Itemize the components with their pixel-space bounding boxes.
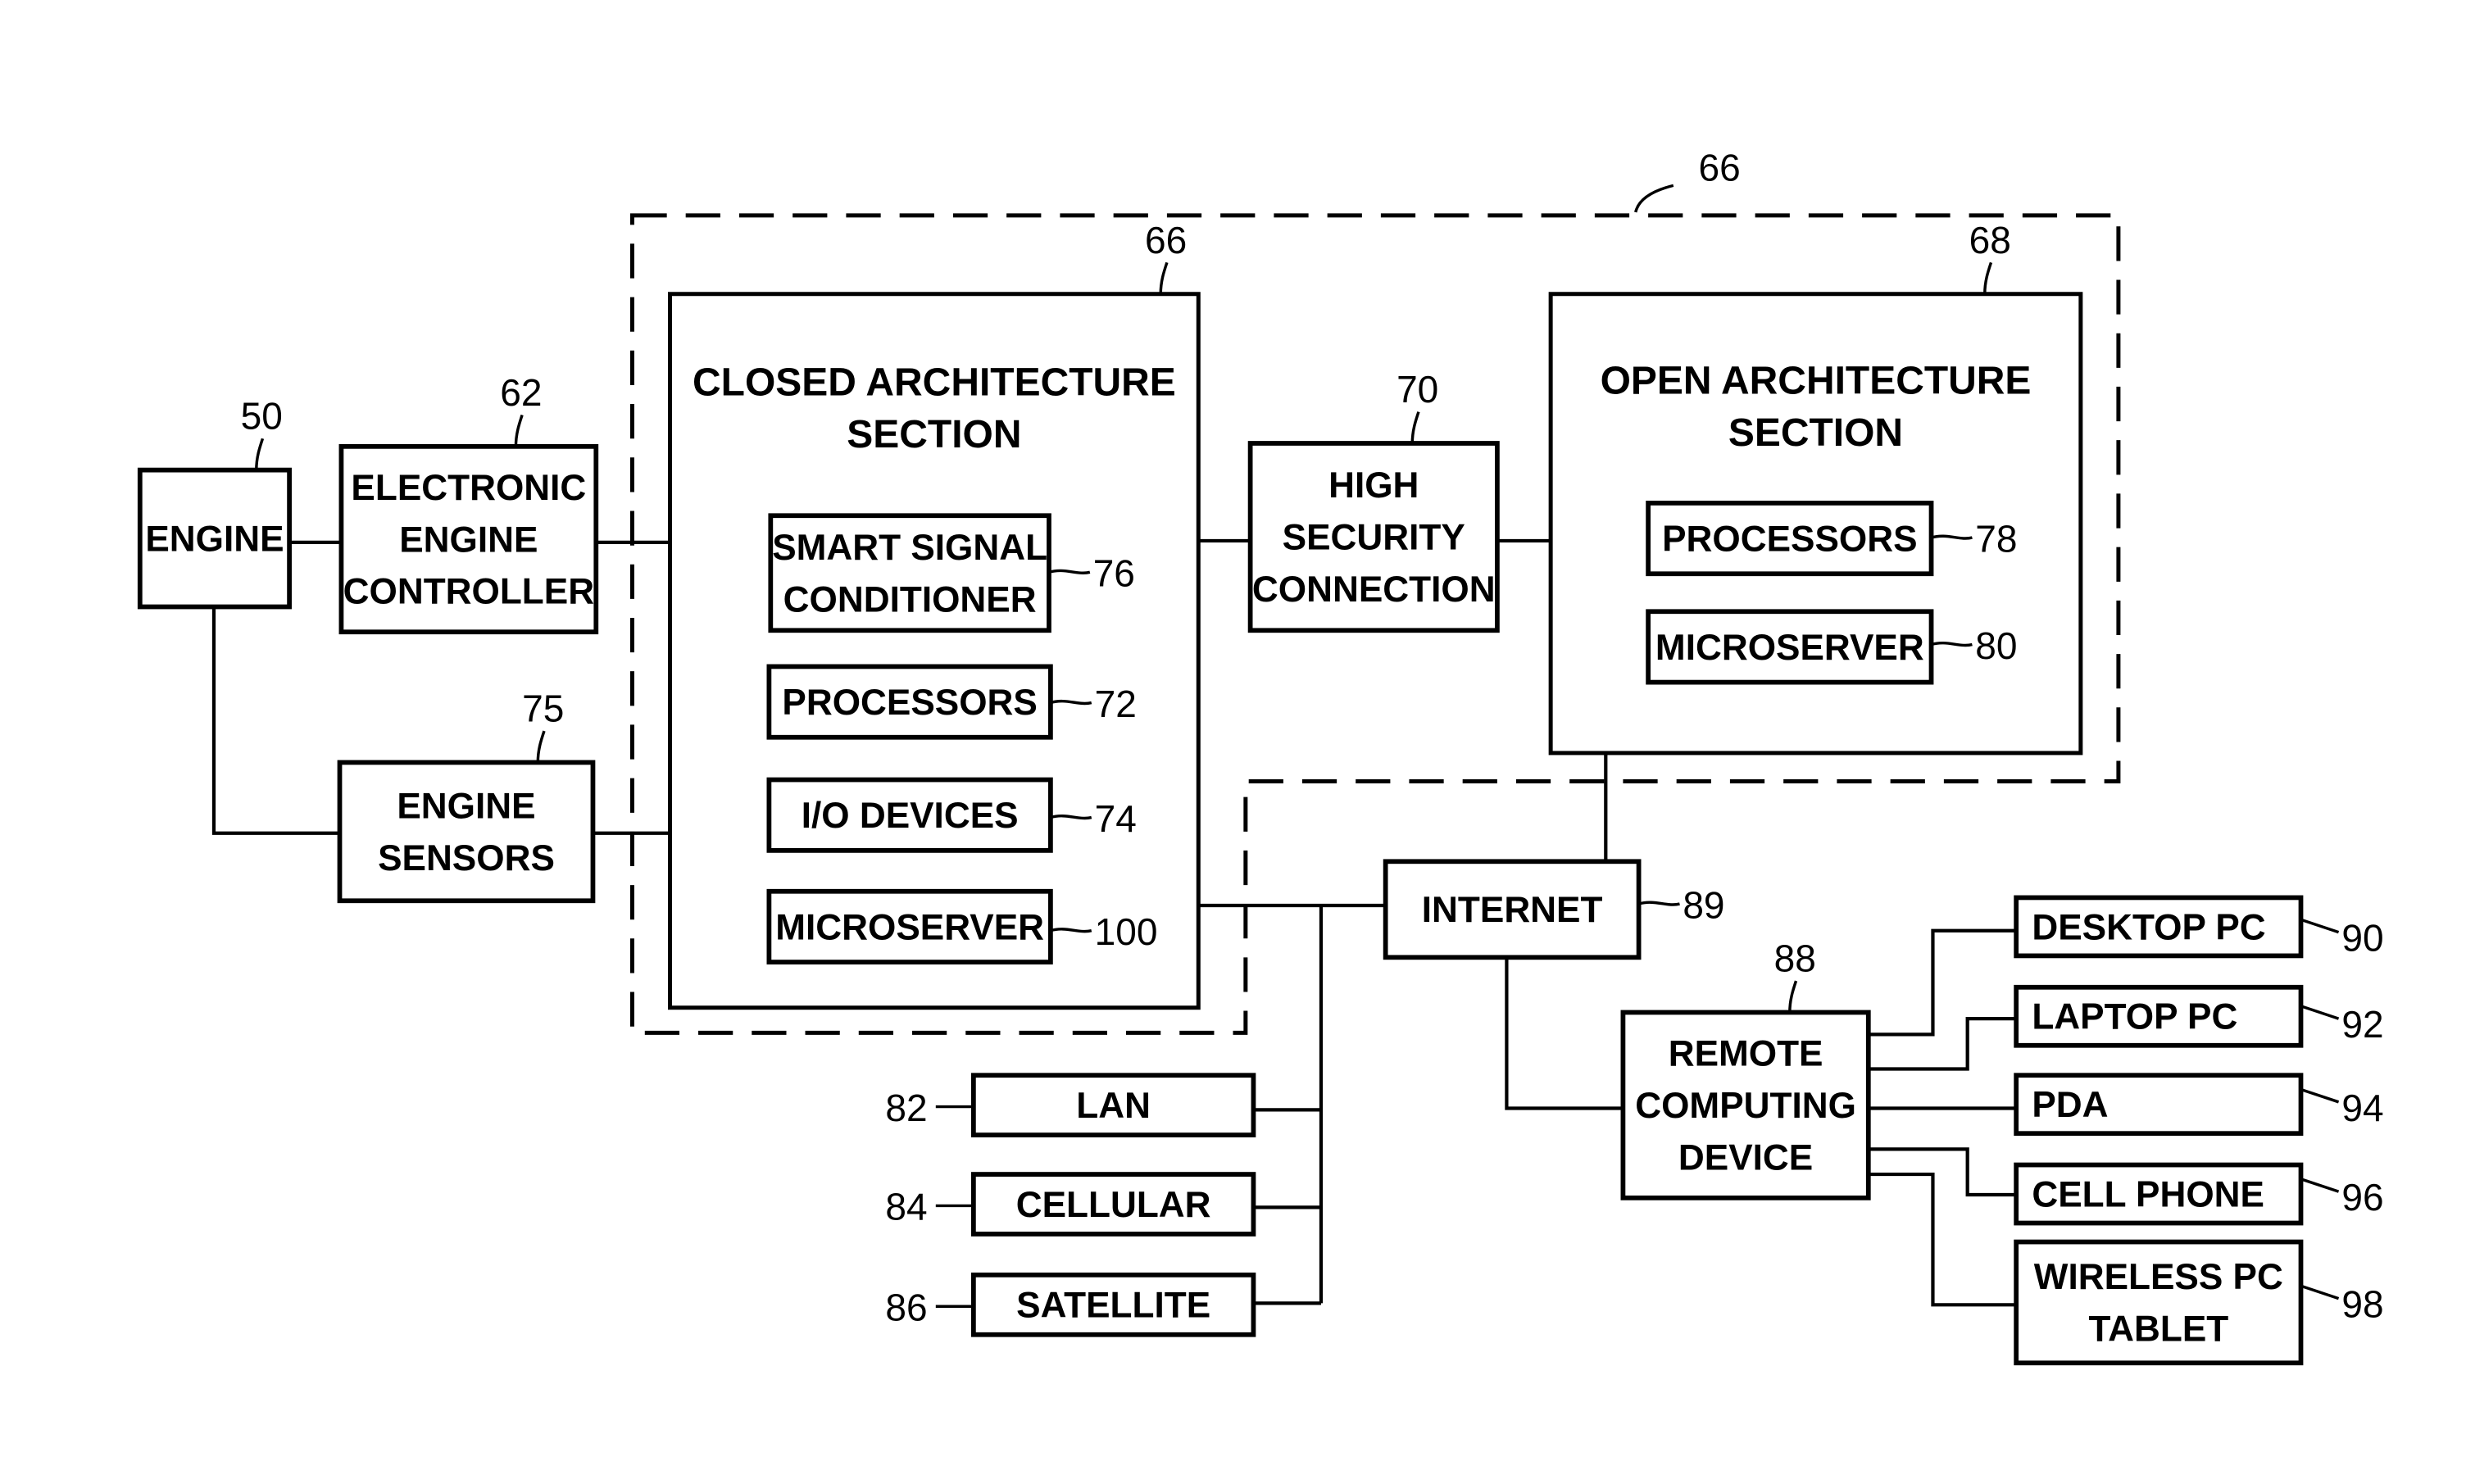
- device-3-label-line: CELL PHONE: [2032, 1174, 2264, 1214]
- device-4: WIRELESS PC TABLET 98: [2014, 1239, 2384, 1366]
- network-1-label-line: CELLULAR: [1016, 1185, 1211, 1225]
- remote-computing-device-block-ref-leader: [1788, 980, 1798, 1013]
- wire-remote-cellphone: [1868, 1147, 2017, 1197]
- internet-block-ref-leader: [1638, 901, 1680, 906]
- closed-item-3-label-line: MICROSERVER: [775, 907, 1044, 947]
- boundary-ref: 66: [1699, 147, 1741, 189]
- closed-item-1-ref-number: 72: [1095, 683, 1137, 725]
- closed-item-0-ref-number: 76: [1093, 552, 1135, 595]
- network-1-ref-number: 84: [885, 1186, 927, 1228]
- closed-architecture-section-title-line: CLOSED ARCHITECTURE: [693, 361, 1176, 404]
- device-2-label-line: PDA: [2032, 1085, 2108, 1125]
- device-2: PDA 94: [2014, 1073, 2384, 1137]
- high-security-connection-block-label-line: SECURITY: [1283, 517, 1465, 557]
- closed-item-3-ref-number: 100: [1095, 910, 1158, 953]
- closed-item-0-label-line: SMART SIGNAL: [772, 528, 1047, 568]
- device-0-ref-number: 90: [2341, 917, 2383, 960]
- network-0: LAN 82: [885, 1073, 1256, 1137]
- engine-block-ref-leader: [255, 438, 265, 470]
- internet-block-label-line: INTERNET: [1422, 890, 1603, 930]
- device-3-ref-leader: [2300, 1178, 2340, 1193]
- device-3-ref-number: 96: [2341, 1176, 2383, 1219]
- open-architecture-section-title-line: SECTION: [1728, 411, 1903, 455]
- wire-remote-laptop: [1868, 1017, 2017, 1071]
- eec-block-label-line: ENGINE: [399, 520, 538, 560]
- high-security-connection-block-label-line: CONNECTION: [1252, 570, 1496, 610]
- wire-internet-remote: [1505, 957, 1624, 1110]
- open-architecture-section-ref-leader: [1983, 261, 1993, 294]
- open-architecture-section-title-line: OPEN ARCHITECTURE: [1601, 360, 2032, 403]
- high-security-connection-block-label-line: HIGH: [1328, 465, 1419, 506]
- device-0: DESKTOP PC 90: [2014, 895, 2384, 960]
- device-3: CELL PHONE 96: [2014, 1162, 2384, 1226]
- device-4-label-line: WIRELESS PC: [2034, 1257, 2283, 1297]
- closed-architecture-section-ref-leader: [1159, 261, 1169, 294]
- closed-item-1-label-line: PROCESSORS: [782, 683, 1037, 723]
- device-1-label-line: LAPTOP PC: [2032, 997, 2237, 1037]
- engine-block: ENGINE 50: [137, 395, 292, 610]
- blocks: ENGINE 50 ELECTRONIC ENGINE CONTROLLER 62 ENGI…: [137, 219, 2384, 1366]
- open-item-0-ref-number: 78: [1975, 517, 2017, 560]
- engine-sensors-block-ref-number: 75: [522, 688, 564, 730]
- engine-block-label-line: ENGINE: [145, 519, 284, 559]
- system-block-diagram: 66 ENGINE50ELECTRONICENGINECONTROLLER62E…: [137, 147, 2384, 1366]
- closed-item-2-label-line: I/O DEVICES: [802, 796, 1019, 836]
- device-1-ref-leader: [2300, 1005, 2340, 1020]
- device-1: LAPTOP PC 92: [2014, 984, 2384, 1048]
- network-2-ref-number: 86: [885, 1286, 927, 1328]
- network-2-label-line: SATELLITE: [1016, 1286, 1210, 1326]
- device-1-ref-number: 92: [2341, 1003, 2383, 1046]
- eec-block-label-line: ELECTRONIC: [351, 468, 586, 508]
- network-0-label-line: LAN: [1076, 1086, 1151, 1126]
- closed-item-2-ref-number: 74: [1095, 797, 1137, 840]
- eec-block-ref-number: 62: [500, 371, 542, 414]
- remote-computing-device-block-label-line: REMOTE: [1669, 1034, 1823, 1074]
- engine-sensors-block: ENGINE SENSORS 75: [337, 688, 596, 904]
- device-4-ref-leader: [2300, 1284, 2340, 1300]
- open-architecture-section-ref-number: 68: [1969, 219, 2011, 261]
- internet-block: INTERNET 89: [1383, 859, 1725, 960]
- open-item-0-label-line: PROCESSORS: [1662, 519, 1917, 559]
- closed-item-0-label-line: CONDITIONER: [783, 579, 1037, 619]
- eec-block-label-line: CONTROLLER: [343, 572, 594, 612]
- engine-block-ref-number: 50: [241, 395, 283, 438]
- device-4-label-line: TABLET: [2088, 1309, 2228, 1349]
- device-2-ref-number: 94: [2341, 1087, 2383, 1129]
- remote-computing-device-block: REMOTE COMPUTING DEVICE 88: [1620, 937, 1871, 1200]
- boundary-66-leader: [1634, 184, 1674, 213]
- high-security-connection-block-ref-leader: [1410, 411, 1420, 444]
- device-0-label-line: DESKTOP PC: [2032, 907, 2265, 947]
- open-item-1-label-line: MICROSERVER: [1655, 628, 1924, 668]
- remote-computing-device-block-ref-number: 88: [1774, 937, 1816, 980]
- network-1: CELLULAR 84: [885, 1172, 1256, 1237]
- device-0-ref-leader: [2300, 918, 2340, 934]
- engine-sensors-block-label-line: ENGINE: [397, 787, 535, 827]
- closed-architecture-section-title-line: SECTION: [847, 413, 1021, 456]
- remote-computing-device-block-label-line: DEVICE: [1678, 1137, 1813, 1178]
- wire-engine-sensors: [211, 606, 340, 835]
- engine-sensors-block-box: [337, 760, 596, 904]
- internet-block-ref-number: 89: [1683, 883, 1724, 926]
- device-2-ref-leader: [2300, 1087, 2340, 1104]
- closed-architecture-section-ref-number: 66: [1145, 219, 1187, 261]
- network-0-ref-number: 82: [885, 1087, 927, 1129]
- remote-computing-device-block-label-line: COMPUTING: [1635, 1086, 1856, 1126]
- eec-block-ref-leader: [514, 414, 524, 447]
- engine-sensors-block-ref-leader: [536, 730, 546, 763]
- high-security-connection-block-ref-number: 70: [1396, 368, 1438, 411]
- open-item-1-ref-number: 80: [1975, 624, 2017, 667]
- engine-sensors-block-label-line: SENSORS: [378, 838, 555, 878]
- eec-block: ELECTRONIC ENGINE CONTROLLER 62: [338, 371, 599, 635]
- network-2: SATELLITE 86: [885, 1272, 1256, 1337]
- high-security-connection-block: HIGH SECURITY CONNECTION 70: [1247, 368, 1500, 633]
- device-4-ref-number: 98: [2341, 1283, 2383, 1326]
